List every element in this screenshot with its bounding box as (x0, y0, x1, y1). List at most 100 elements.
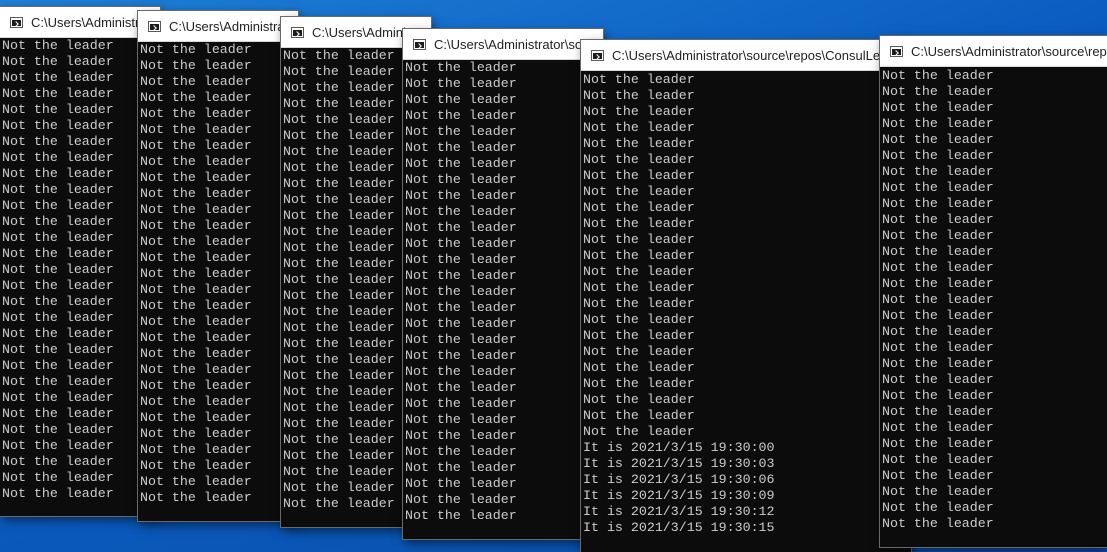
console-line: Not the leader (882, 276, 994, 291)
console-line: Not the leader (583, 408, 695, 423)
console-line: Not the leader (882, 196, 994, 211)
console-line: Not the leader (140, 186, 252, 201)
console-line: Not the leader (140, 170, 252, 185)
console-line: Not the leader (2, 470, 114, 485)
window-title: C:\Users\Administrator\source\repos\Cons… (434, 36, 603, 52)
console-line: Not the leader (405, 508, 517, 523)
console-line: Not the leader (882, 260, 994, 275)
window-titlebar[interactable]: C:\Users\Administrator\source\repos\Cons… (0, 7, 160, 38)
console-line: Not the leader (405, 396, 517, 411)
console-line: Not the leader (882, 468, 994, 483)
console-line: Not the leader (583, 120, 695, 135)
console-line: Not the leader (882, 212, 994, 227)
console-line: Not the leader (583, 88, 695, 103)
console-line: Not the leader (2, 294, 114, 309)
console-line: Not the leader (140, 426, 252, 441)
console-line: Not the leader (882, 484, 994, 499)
console-line: It is 2021/3/15 19:30:12 (583, 504, 775, 519)
console-line: Not the leader (405, 380, 517, 395)
console-line: Not the leader (405, 236, 517, 251)
window-title: C:\Users\Administrator\source\repos\Cons… (612, 47, 911, 63)
console-line: Not the leader (583, 296, 695, 311)
console-line: Not the leader (140, 122, 252, 137)
console-line: Not the leader (140, 202, 252, 217)
console-line: It is 2021/3/15 19:30:15 (583, 520, 775, 535)
console-line: Not the leader (140, 362, 252, 377)
console-window-4[interactable]: C:\Users\Administrator\source\repos\Cons… (403, 29, 603, 539)
console-line: Not the leader (405, 252, 517, 267)
console-line: It is 2021/3/15 19:30:09 (583, 488, 775, 503)
console-line: Not the leader (405, 108, 517, 123)
console-line: Not the leader (2, 102, 114, 117)
console-line: Not the leader (882, 516, 994, 531)
console-line: Not the leader (405, 124, 517, 139)
console-line: Not the leader (140, 490, 252, 505)
console-window-6[interactable]: C:\Users\Administrator\source\repos\Cons… (880, 36, 1107, 547)
console-line: Not the leader (2, 310, 114, 325)
console-line: Not the leader (583, 280, 695, 295)
console-line: Not the leader (405, 460, 517, 475)
console-line: Not the leader (140, 154, 252, 169)
console-line: Not the leader (140, 58, 252, 73)
console-line: Not the leader (2, 262, 114, 277)
console-line: Not the leader (2, 198, 114, 213)
console-window-5[interactable]: C:\Users\Administrator\source\repos\Cons… (581, 40, 911, 552)
console-window-1[interactable]: C:\Users\Administrator\source\repos\Cons… (0, 7, 160, 516)
console-line: Not the leader (882, 100, 994, 115)
console-line: Not the leader (2, 422, 114, 437)
console-line: Not the leader (2, 214, 114, 229)
console-line: Not the leader (140, 330, 252, 345)
window-titlebar[interactable]: C:\Users\Administrator\source\repos\Cons… (138, 11, 298, 42)
console-line: Not the leader (140, 218, 252, 233)
console-line: Not the leader (140, 282, 252, 297)
console-line: Not the leader (882, 436, 994, 451)
console-line: Not the leader (2, 390, 114, 405)
window-titlebar[interactable]: C:\Users\Administrator\source\repos\Cons… (581, 40, 911, 71)
console-output: Not the leader Not the leader Not the lead… (403, 60, 603, 539)
window-titlebar[interactable]: C:\Users\Administrator\source\repos\Cons… (403, 29, 603, 60)
window-titlebar[interactable]: C:\Users\Administrator\source\repos\Cons… (880, 36, 1107, 67)
console-line: Not the leader (583, 168, 695, 183)
console-line: Not the leader (405, 188, 517, 203)
cmd-icon (10, 16, 23, 28)
console-line: Not the leader (140, 42, 252, 57)
console-line: Not the leader (583, 376, 695, 391)
console-line: Not the leader (882, 324, 994, 339)
console-line: Not the leader (405, 444, 517, 459)
console-line: Not the leader (405, 172, 517, 187)
console-line: Not the leader (405, 140, 517, 155)
console-line: Not the leader (882, 308, 994, 323)
console-line: Not the leader (140, 298, 252, 313)
console-line: Not the leader (405, 348, 517, 363)
console-line: Not the leader (2, 342, 114, 357)
console-line: Not the leader (2, 246, 114, 261)
console-line: Not the leader (405, 300, 517, 315)
console-line: Not the leader (882, 116, 994, 131)
console-line: Not the leader (583, 248, 695, 263)
console-line: Not the leader (140, 138, 252, 153)
console-line: Not the leader (583, 344, 695, 359)
cmd-icon (890, 45, 903, 57)
console-line: Not the leader (140, 378, 252, 393)
console-line: Not the leader (140, 314, 252, 329)
console-line: Not the leader (405, 60, 517, 75)
console-line: Not the leader (2, 134, 114, 149)
cmd-icon (291, 26, 304, 38)
console-window-2[interactable]: C:\Users\Administrator\source\repos\Cons… (138, 11, 298, 521)
cmd-icon (591, 49, 604, 61)
console-line: Not the leader (583, 424, 695, 439)
cmd-icon (148, 20, 161, 32)
console-line: Not the leader (882, 68, 994, 83)
console-line: Not the leader (405, 284, 517, 299)
console-line: Not the leader (583, 216, 695, 231)
console-line: Not the leader (2, 150, 114, 165)
console-line: Not the leader (2, 278, 114, 293)
console-output: Not the leader Not the leader Not the lead… (138, 42, 298, 521)
console-line: Not the leader (405, 364, 517, 379)
console-line: Not the leader (882, 372, 994, 387)
console-line: Not the leader (583, 312, 695, 327)
console-line: Not the leader (405, 76, 517, 91)
console-line: Not the leader (882, 132, 994, 147)
console-line: Not the leader (2, 438, 114, 453)
console-line: Not the leader (882, 388, 994, 403)
